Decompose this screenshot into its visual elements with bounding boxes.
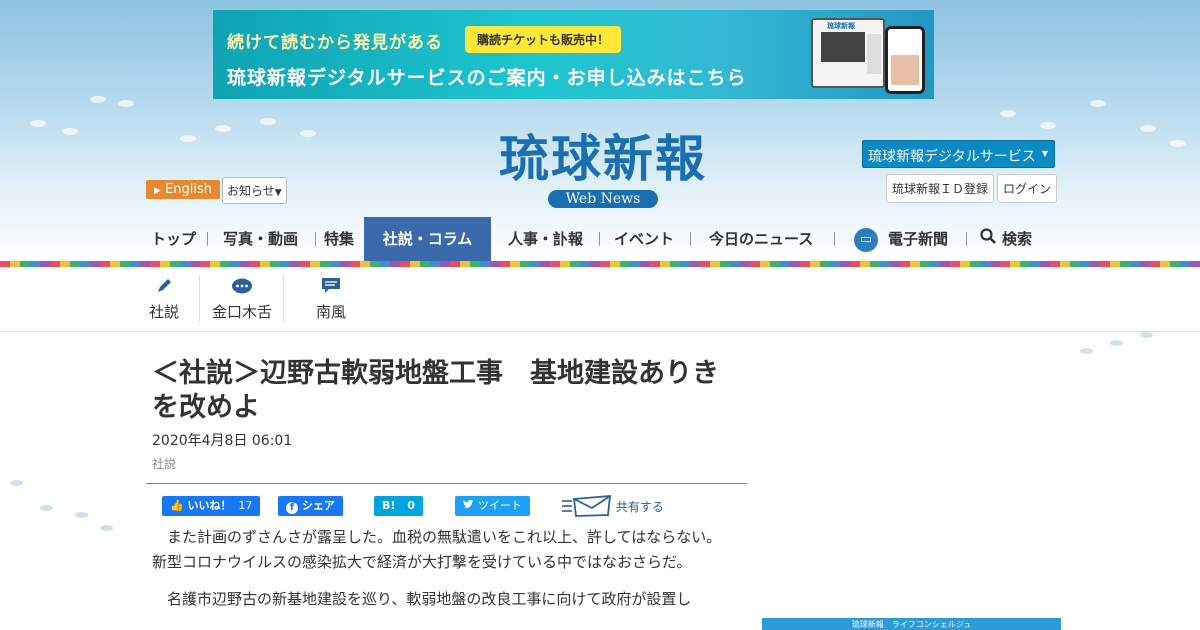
phone-image — [885, 26, 925, 94]
id-register-button[interactable]: 琉球新報ＩＤ登録 — [886, 174, 995, 203]
envelope-icon — [562, 495, 612, 520]
article-paragraph: また計画のずさんさが露呈した。血税の無駄遣いをこれ以上、許してはならない。新型コ… — [152, 528, 722, 571]
nav-separator — [207, 232, 208, 246]
hatena-count: 0 — [407, 499, 415, 512]
like-count: 17 — [238, 499, 253, 512]
english-button[interactable]: ▶ English — [146, 180, 221, 199]
facebook-icon: f — [286, 502, 298, 514]
logo-subtitle: Web News — [547, 190, 659, 208]
thumbs-up-icon: 👍 — [170, 499, 184, 512]
facebook-share-button[interactable]: f シェア — [278, 496, 343, 516]
fish-decoration — [1170, 140, 1186, 147]
pen-icon — [148, 277, 180, 297]
nav-event[interactable]: イベント — [614, 217, 674, 261]
share-label: 共有する — [615, 500, 664, 514]
fish-decoration — [1140, 125, 1156, 132]
hatena-bookmark-button[interactable]: B! 0 — [374, 496, 423, 516]
article-date: 2020年4月8日 06:01 — [152, 433, 293, 449]
banner-headline: 続けて読むから発見がある — [227, 33, 443, 53]
banner-ticket-badge: 購読チケットも販売中！ — [465, 26, 622, 53]
notice-label: お知らせ — [227, 184, 275, 198]
fish-decoration — [10, 480, 23, 486]
nav-epaper[interactable]: 電子新聞 — [888, 217, 948, 261]
article-body: また計画のずさんさが露呈した。血税の無駄遣いをこれ以上、許してはならない。新型コ… — [152, 525, 732, 624]
like-label: いいね！ — [187, 499, 232, 512]
caret-right-icon: ▶ — [154, 186, 161, 196]
subnav-nanpu-label: 南風 — [315, 303, 346, 321]
english-label: English — [165, 182, 213, 197]
subnav-separator — [283, 275, 284, 321]
hatena-icon: B! — [382, 499, 396, 512]
fish-decoration — [30, 120, 46, 127]
sidebar-banner[interactable]: 琉球新報 ライフコンシェルジュ — [762, 618, 1061, 630]
subnav-separator — [199, 275, 200, 321]
fish-decoration — [100, 525, 113, 531]
fish-decoration — [75, 512, 88, 518]
fish-decoration — [260, 118, 276, 125]
notice-dropdown[interactable]: お知らせ▼ — [222, 177, 287, 204]
nav-editorial-column[interactable]: 社説・コラム — [364, 217, 491, 261]
article-title: ＜社説＞辺野古軟弱地盤工事 基地建設ありきを改めよ — [152, 358, 719, 423]
fish-decoration — [1080, 348, 1093, 354]
twitter-icon — [463, 499, 478, 512]
article-category[interactable]: 社説 — [152, 455, 176, 472]
id-register-label: 琉球新報ＩＤ登録 — [892, 182, 989, 196]
share-button[interactable]: 共有する — [562, 495, 664, 520]
nav-people[interactable]: 人事・訃報 — [508, 217, 583, 261]
nav-separator — [315, 232, 316, 246]
fish-decoration — [1000, 110, 1016, 117]
subnav-editorial[interactable]: 社説 — [148, 277, 180, 322]
fish-decoration — [1140, 332, 1153, 338]
banner-subline: 琉球新報デジタルサービスのご案内・お申し込みはこちら — [227, 67, 747, 89]
fish-decoration — [118, 100, 134, 107]
sidebar-banner-label: 琉球新報 ライフコンシェルジュ — [851, 620, 972, 629]
search-icon — [980, 227, 996, 251]
tweet-button[interactable]: ツイート — [455, 496, 530, 516]
subnav-column[interactable]: 金口木舌 — [210, 277, 274, 322]
main-nav: トップ 写真・動画 特集 社説・コラム 人事・訃報 イベント 今日のニュース ▭… — [0, 217, 1200, 261]
nav-separator — [599, 232, 600, 246]
nav-separator — [834, 232, 835, 246]
nav-separator — [690, 232, 691, 246]
laptop-image: 琉球新報 — [811, 18, 885, 88]
fish-decoration — [1090, 100, 1106, 107]
fish-decoration — [300, 130, 316, 137]
facebook-like-button[interactable]: 👍 いいね！ 17 — [162, 496, 261, 516]
digital-service-label: 琉球新報デジタルサービス — [868, 149, 1036, 165]
nav-special[interactable]: 特集 — [324, 217, 354, 261]
chevron-down-icon: ▼ — [1041, 149, 1048, 158]
nav-separator — [966, 232, 967, 246]
article-paragraph: 名護市辺野古の新基地建設を巡り、軟弱地盤の改良工事に向けて政府が設置し — [167, 590, 692, 608]
nav-photo-video[interactable]: 写真・動画 — [223, 217, 298, 261]
site-logo[interactable]: 琉球新報 Web News — [453, 130, 753, 208]
fish-decoration — [215, 125, 231, 132]
fb-share-label: シェア — [301, 499, 335, 512]
login-label: ログイン — [1003, 182, 1052, 196]
monitor-icon: ▭ — [854, 228, 878, 252]
nav-search[interactable]: 検索 — [1002, 217, 1032, 261]
logo-text: 琉球新報 — [499, 129, 707, 188]
message-icon — [315, 277, 347, 297]
fish-decoration — [1040, 122, 1056, 129]
chevron-down-icon: ▼ — [274, 188, 282, 198]
subnav-column-label: 金口木舌 — [211, 303, 272, 321]
sub-nav: 社説 金口木舌 南風 — [0, 267, 1200, 332]
fish-decoration — [62, 128, 78, 135]
login-button[interactable]: ログイン — [997, 174, 1058, 203]
digital-service-banner[interactable]: 続けて読むから発見がある 購読チケットも販売中！ 琉球新報デジタルサービスのご案… — [213, 10, 934, 99]
speech-bubble-icon — [210, 277, 274, 297]
nav-today-news[interactable]: 今日のニュース — [709, 217, 813, 261]
fish-decoration — [90, 96, 106, 103]
fish-decoration — [40, 505, 53, 511]
subnav-editorial-label: 社説 — [148, 303, 179, 321]
nav-top[interactable]: トップ — [151, 217, 196, 261]
fish-decoration — [180, 135, 196, 142]
subnav-nanpu[interactable]: 南風 — [315, 277, 347, 322]
tweet-label: ツイート — [477, 499, 522, 512]
digital-service-dropdown[interactable]: 琉球新報デジタルサービス ▼ — [862, 140, 1055, 168]
fish-decoration — [1110, 340, 1123, 346]
laptop-mini-logo: 琉球新報 — [827, 22, 855, 30]
divider — [146, 483, 747, 484]
